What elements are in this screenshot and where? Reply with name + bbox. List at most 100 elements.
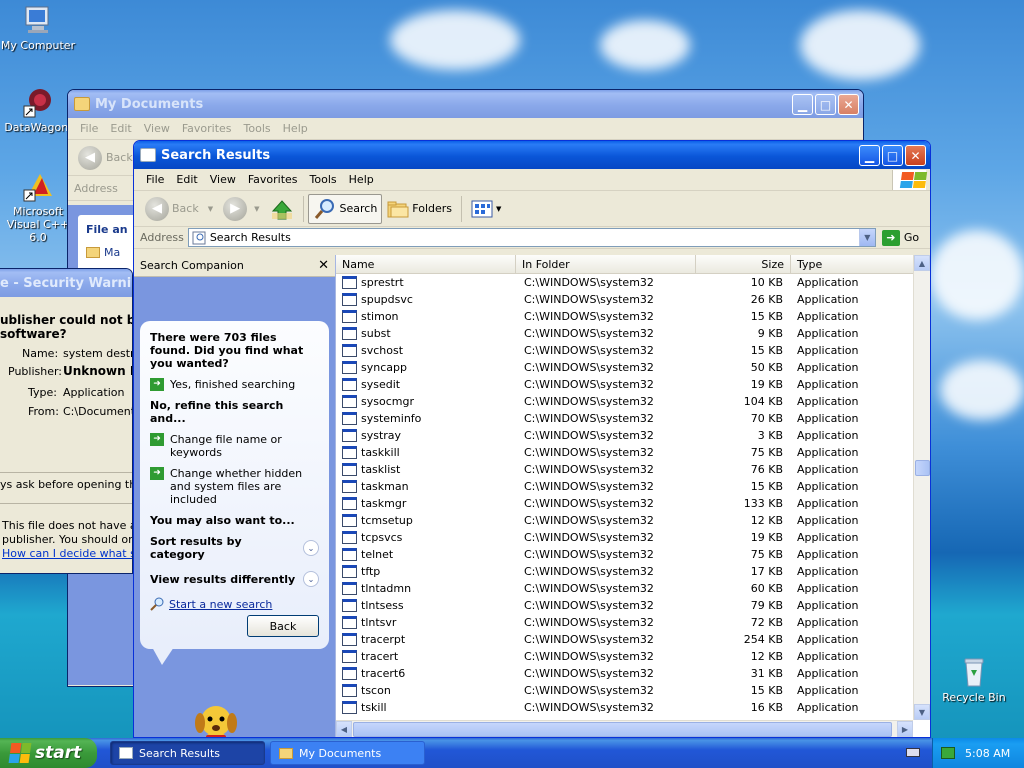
taskbar-item-my-documents[interactable]: My Documents	[270, 741, 425, 765]
horizontal-scrollbar[interactable]: ◀ ▶	[336, 720, 913, 737]
start-button[interactable]: start	[0, 738, 97, 768]
table-row[interactable]: tftp C:\WINDOWS\system32 17 KB Application	[336, 563, 913, 580]
desktop-icon-datawagon[interactable]: DataWagon.	[0, 86, 76, 134]
table-row[interactable]: tcpsvcs C:\WINDOWS\system32 19 KB Applicati…	[336, 529, 913, 546]
table-row[interactable]: svchost C:\WINDOWS\system32 15 KB Applicati…	[336, 342, 913, 359]
table-row[interactable]: syncapp C:\WINDOWS\system32 50 KB Applicati…	[336, 359, 913, 376]
close-button[interactable]: ✕	[838, 94, 859, 115]
table-row[interactable]: tlntadmn C:\WINDOWS\system32 60 KB Applicat…	[336, 580, 913, 597]
table-row[interactable]: sprestrt C:\WINDOWS\system32 10 KB Applicat…	[336, 274, 913, 291]
table-row[interactable]: taskman C:\WINDOWS\system32 15 KB Applicati…	[336, 478, 913, 495]
row-folder-cell: C:\WINDOWS\system32	[524, 514, 654, 527]
folders-button[interactable]: Folders	[382, 196, 457, 222]
table-row[interactable]: sysedit C:\WINDOWS\system32 19 KB Applicati…	[336, 376, 913, 393]
table-row[interactable]: tracert6 C:\WINDOWS\system32 31 KB Applicat…	[336, 665, 913, 682]
table-row[interactable]: tskill C:\WINDOWS\system32 16 KB Applicatio…	[336, 699, 913, 716]
table-row[interactable]: subst C:\WINDOWS\system32 9 KB Application	[336, 325, 913, 342]
column-header-type[interactable]: Type	[791, 255, 907, 273]
sort-results-option[interactable]: Sort results by category ⌄	[150, 535, 319, 561]
yes-finished-option[interactable]: ➜ Yes, finished searching	[150, 378, 319, 391]
network-icon[interactable]	[941, 747, 955, 759]
table-row[interactable]: spupdsvc C:\WINDOWS\system32 26 KB Applicat…	[336, 291, 913, 308]
table-row[interactable]: tracert C:\WINDOWS\system32 12 KB Applicati…	[336, 648, 913, 665]
scroll-thumb[interactable]	[915, 460, 930, 476]
keyboard-icon[interactable]	[906, 748, 920, 757]
taskbar-item-search-results[interactable]: Search Results	[110, 741, 265, 765]
table-row[interactable]: stimon C:\WINDOWS\system32 15 KB Applicatio…	[336, 308, 913, 325]
go-button[interactable]: ➜ Go	[881, 229, 919, 246]
views-button[interactable]: ▼	[466, 197, 506, 221]
menu-edit[interactable]: Edit	[170, 173, 203, 186]
my-documents-titlebar[interactable]: My Documents ▁ □ ✕	[68, 90, 863, 118]
scroll-down-button[interactable]: ▼	[914, 704, 930, 720]
table-row[interactable]: sysocmgr C:\WINDOWS\system32 104 KB Applica…	[336, 393, 913, 410]
security-warning-dialog[interactable]: e - Security Warning ublisher could not …	[0, 268, 133, 574]
menu-view[interactable]: View	[138, 122, 176, 135]
menu-favorites[interactable]: Favorites	[176, 122, 238, 135]
forward-button[interactable]: ▶ ▼	[218, 194, 264, 224]
vertical-scrollbar[interactable]: ▲ ▼	[913, 255, 930, 720]
row-folder-cell: C:\WINDOWS\system32	[524, 599, 654, 612]
menu-help[interactable]: Help	[343, 173, 380, 186]
desktop-icon-visual-cpp[interactable]: Microsoft Visual C++ 6.0	[0, 170, 76, 244]
chevron-down-icon[interactable]: ▼	[254, 205, 259, 213]
companion-back-button[interactable]: Back	[247, 615, 319, 637]
close-button[interactable]: ✕	[905, 145, 926, 166]
scroll-up-button[interactable]: ▲	[914, 255, 930, 271]
minimize-button[interactable]: ▁	[859, 145, 880, 166]
address-input[interactable]: Search Results ▼	[187, 228, 876, 247]
rover-dog-icon[interactable]	[186, 701, 250, 737]
menu-file[interactable]: File	[140, 173, 170, 186]
menu-file[interactable]: File	[74, 122, 104, 135]
table-row[interactable]: systray C:\WINDOWS\system32 3 KB Applicatio…	[336, 427, 913, 444]
address-dropdown-button[interactable]: ▼	[858, 229, 875, 246]
maximize-button[interactable]: □	[882, 145, 903, 166]
task-link[interactable]: Ma	[104, 246, 120, 259]
close-icon[interactable]: ✕	[318, 258, 329, 273]
always-ask-label[interactable]: ys ask before opening this file	[0, 478, 132, 491]
back-button[interactable]: ◀ Back ▼	[140, 194, 218, 224]
clock[interactable]: 5:08 AM	[965, 747, 1010, 760]
desktop-icon-recycle-bin[interactable]: Recycle Bin	[936, 656, 1012, 704]
expand-chevron-icon[interactable]: ⌄	[303, 571, 319, 587]
menu-help[interactable]: Help	[277, 122, 314, 135]
help-link[interactable]: How can I decide what soft	[2, 547, 132, 560]
maximize-button[interactable]: □	[815, 94, 836, 115]
expand-chevron-icon[interactable]: ⌄	[303, 540, 319, 556]
row-name-cell: tskill	[336, 701, 516, 714]
up-button[interactable]	[265, 194, 299, 224]
search-results-titlebar[interactable]: Search Results ▁ □ ✕	[134, 141, 930, 169]
scroll-left-button[interactable]: ◀	[336, 721, 352, 737]
search-results-window[interactable]: Search Results ▁ □ ✕ File Edit View Favo…	[133, 140, 931, 738]
security-warning-titlebar[interactable]: e - Security Warning	[0, 269, 132, 297]
menu-edit[interactable]: Edit	[104, 122, 137, 135]
table-row[interactable]: tlntsvr C:\WINDOWS\system32 72 KB Applicati…	[336, 614, 913, 631]
menu-tools[interactable]: Tools	[238, 122, 277, 135]
column-header-folder[interactable]: In Folder	[516, 255, 696, 273]
chevron-down-icon[interactable]: ▼	[208, 205, 213, 213]
table-row[interactable]: tscon C:\WINDOWS\system32 15 KB Application	[336, 682, 913, 699]
new-search-link[interactable]: Start a new search	[150, 597, 319, 611]
table-row[interactable]: taskmgr C:\WINDOWS\system32 133 KB Applicat…	[336, 495, 913, 512]
table-row[interactable]: tlntsess C:\WINDOWS\system32 79 KB Applicat…	[336, 597, 913, 614]
column-header-name[interactable]: Name	[336, 255, 516, 273]
table-row[interactable]: tasklist C:\WINDOWS\system32 76 KB Applicat…	[336, 461, 913, 478]
change-name-option[interactable]: ➜ Change file name or keywords	[150, 433, 319, 459]
table-row[interactable]: taskkill C:\WINDOWS\system32 75 KB Applicat…	[336, 444, 913, 461]
horizontal-scroll-thumb[interactable]	[353, 722, 892, 737]
menu-view[interactable]: View	[204, 173, 242, 186]
view-results-option[interactable]: View results differently ⌄	[150, 571, 319, 587]
table-row[interactable]: telnet C:\WINDOWS\system32 75 KB Applicatio…	[336, 546, 913, 563]
table-row[interactable]: tcmsetup C:\WINDOWS\system32 12 KB Applicat…	[336, 512, 913, 529]
search-button[interactable]: Search	[307, 193, 383, 224]
scroll-right-button[interactable]: ▶	[897, 721, 913, 737]
change-hidden-option[interactable]: ➜ Change whether hidden and system files…	[150, 467, 319, 506]
table-row[interactable]: tracerpt C:\WINDOWS\system32 254 KB Applica…	[336, 631, 913, 648]
menu-favorites[interactable]: Favorites	[242, 173, 304, 186]
menu-tools[interactable]: Tools	[304, 173, 343, 186]
table-row[interactable]: systeminfo C:\WINDOWS\system32 70 KB Applic…	[336, 410, 913, 427]
back-arrow-icon[interactable]: ◀	[78, 145, 102, 170]
desktop-icon-my-computer[interactable]: My Computer	[0, 4, 76, 52]
minimize-button[interactable]: ▁	[792, 94, 813, 115]
column-header-size[interactable]: Size	[696, 255, 791, 273]
